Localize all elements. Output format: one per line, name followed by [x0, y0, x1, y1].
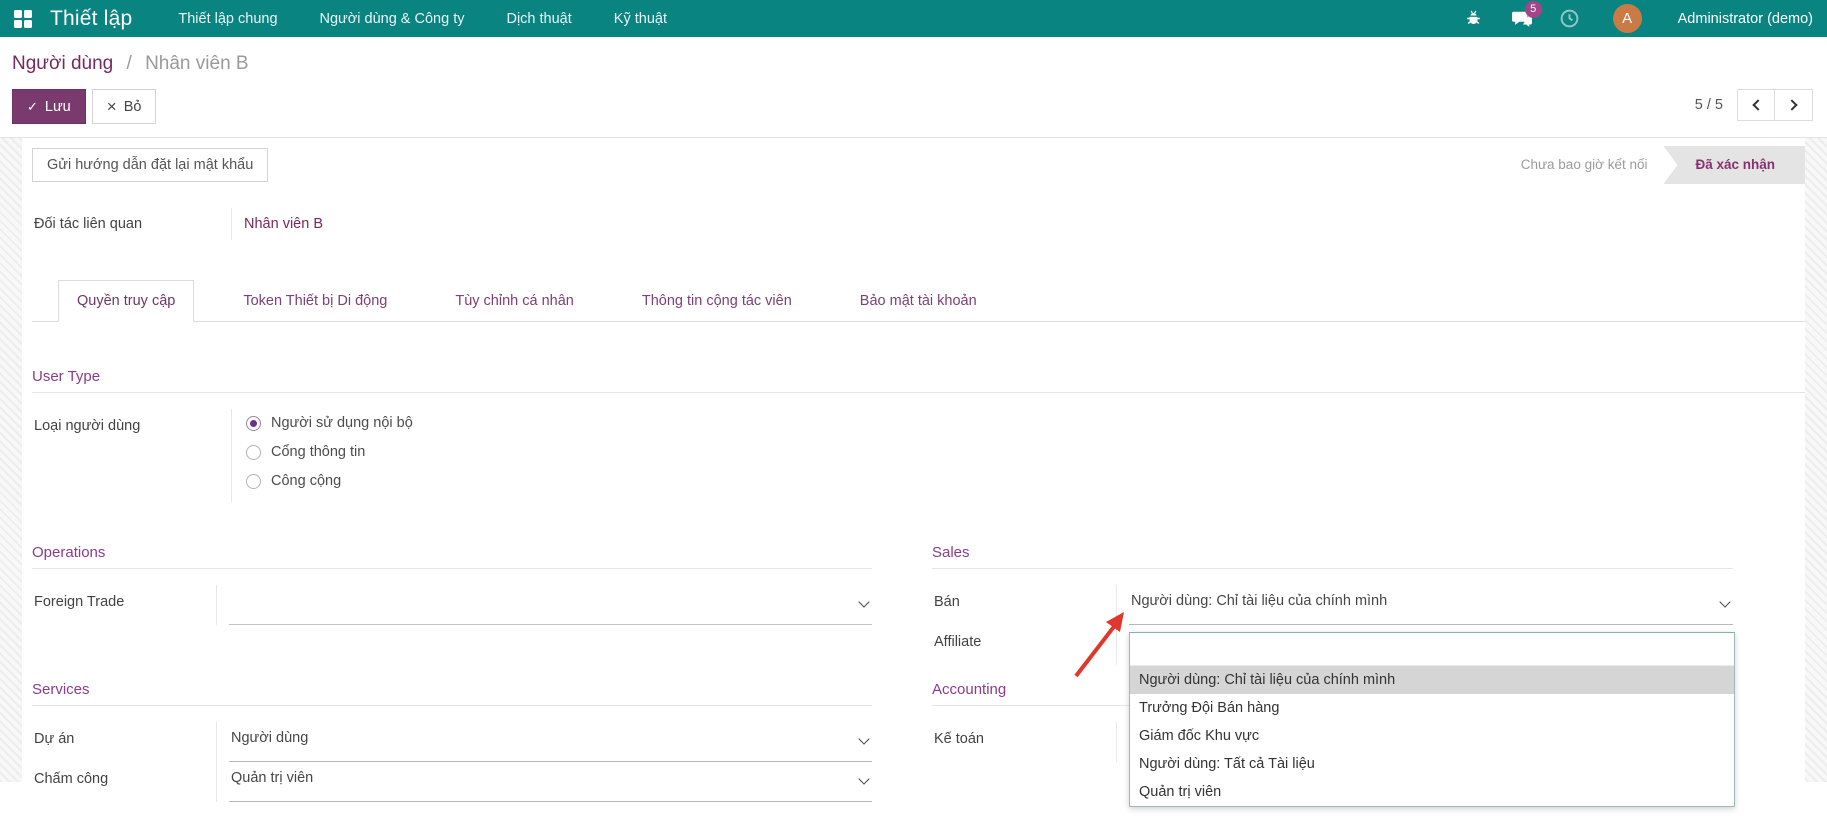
menu-users-companies[interactable]: Người dùng & Công ty [318, 2, 467, 36]
accounting-label: Kế toán [932, 722, 1117, 762]
user-type-field-row: Loại người dùng Người sử dụng nội bộ Cổn… [32, 409, 1805, 502]
user-menu[interactable]: Administrator (demo) [1678, 11, 1813, 27]
top-menu: Thiết lập chung Người dùng & Công ty Dịc… [176, 2, 669, 36]
tab-collaborator-info[interactable]: Thông tin cộng tác viên [623, 280, 811, 321]
tab-preferences[interactable]: Tùy chỉnh cá nhân [436, 280, 593, 321]
timesheet-label: Chấm công [32, 762, 217, 802]
dropdown-option-all-documents[interactable]: Người dùng: Tất cả Tài liệu [1130, 750, 1734, 778]
related-partner-value[interactable]: Nhân viên B [232, 208, 323, 240]
section-divider [932, 568, 1733, 569]
sales-row: Bán Người dùng: Chỉ tài liệu của chính m… [932, 585, 1733, 625]
pager-count: 5 / 5 [1695, 97, 1723, 113]
debug-bug-icon[interactable] [1463, 8, 1485, 30]
tab-access-rights[interactable]: Quyền truy cập [58, 280, 194, 322]
section-operations: Operations [32, 544, 872, 561]
chevron-down-icon [1719, 596, 1730, 607]
radio-icon [246, 474, 261, 489]
radio-public[interactable]: Công cộng [246, 473, 413, 489]
chevron-down-icon [858, 733, 869, 744]
breadcrumb-separator: / [127, 53, 132, 74]
breadcrumb-users-link[interactable]: Người dùng [12, 53, 113, 74]
section-divider [32, 392, 1805, 393]
radio-selected-icon [246, 416, 261, 431]
notebook-tabs: Quyền truy cập Token Thiết bị Di động Tù… [32, 280, 1805, 322]
section-divider [32, 568, 872, 569]
section-services: Services [32, 681, 872, 698]
top-navbar: Thiết lập Thiết lập chung Người dùng & C… [0, 0, 1827, 37]
timesheet-row: Chấm công Quản trị viên [32, 762, 872, 802]
breadcrumb: Người dùng / Nhân viên B [12, 53, 1811, 75]
dropdown-option-administrator[interactable]: Quản trị viên [1130, 778, 1734, 806]
pager: 5 / 5 [1695, 89, 1813, 121]
radio-portal[interactable]: Cổng thông tin [246, 444, 413, 460]
chevron-down-icon [858, 773, 869, 784]
chevron-right-icon [1786, 99, 1797, 110]
dropdown-option-regional-manager[interactable]: Giám đốc Khu vực [1130, 722, 1734, 750]
radio-internal-user[interactable]: Người sử dụng nội bộ [246, 415, 413, 431]
foreign-trade-label: Foreign Trade [32, 585, 217, 625]
right-column: Sales Bán Người dùng: Chỉ tài liệu của c… [932, 544, 1733, 802]
menu-translations[interactable]: Dịch thuật [504, 2, 573, 36]
dropdown-option-own-documents[interactable]: Người dùng: Chỉ tài liệu của chính mình [1130, 666, 1734, 694]
sales-label: Bán [932, 585, 1117, 625]
sales-select-dropdown: Người dùng: Chỉ tài liệu của chính mình … [1129, 632, 1735, 807]
related-partner-row: Đối tác liên quan Nhân viên B [32, 208, 1805, 240]
control-panel: Người dùng / Nhân viên B ✓ Lưu × Bỏ 5 / … [0, 37, 1827, 124]
foreign-trade-select[interactable] [229, 585, 872, 625]
left-column: Operations Foreign Trade Services Dự án [32, 544, 872, 802]
status-step-never-connected[interactable]: Chưa bao giờ kết nối [1505, 146, 1664, 184]
form-sheet: Gửi hướng dẫn đặt lại mật khẩu Chưa bao … [22, 138, 1805, 782]
discard-button[interactable]: × Bỏ [92, 89, 157, 124]
app-title[interactable]: Thiết lập [50, 7, 132, 31]
chevron-left-icon [1752, 99, 1763, 110]
section-divider [32, 705, 872, 706]
tab-mobile-token[interactable]: Token Thiết bị Di động [224, 280, 406, 321]
tab-account-security[interactable]: Bảo mật tài khoản [841, 280, 996, 321]
breadcrumb-current: Nhân viên B [145, 53, 249, 74]
project-label: Dự án [32, 722, 217, 762]
send-password-reset-button[interactable]: Gửi hướng dẫn đặt lại mật khẩu [32, 148, 268, 182]
project-row: Dự án Người dùng [32, 722, 872, 762]
check-icon: ✓ [27, 99, 38, 115]
status-step-confirmed[interactable]: Đã xác nhận [1663, 146, 1805, 184]
pager-previous-button[interactable] [1737, 89, 1775, 121]
affiliate-label: Affiliate [932, 625, 1117, 665]
chevron-down-icon [858, 596, 869, 607]
pager-next-button[interactable] [1775, 89, 1813, 121]
section-sales: Sales [932, 544, 1733, 561]
sales-select[interactable]: Người dùng: Chỉ tài liệu của chính mình [1129, 585, 1733, 625]
user-avatar[interactable]: A [1613, 4, 1642, 33]
user-type-label: Loại người dùng [32, 409, 232, 502]
save-button[interactable]: ✓ Lưu [12, 89, 86, 124]
messages-icon[interactable]: 5 [1511, 8, 1533, 30]
project-select[interactable]: Người dùng [229, 722, 872, 762]
apps-grid-icon[interactable] [14, 10, 32, 28]
cross-icon: × [107, 102, 117, 112]
foreign-trade-row: Foreign Trade [32, 585, 872, 625]
section-user-type: User Type [32, 368, 1805, 385]
related-partner-label: Đối tác liên quan [32, 208, 232, 240]
dropdown-option-team-leader[interactable]: Trưởng Đội Bán hàng [1130, 694, 1734, 722]
statusbar: Chưa bao giờ kết nối Đã xác nhận [1505, 146, 1805, 184]
sheet-background: Gửi hướng dẫn đặt lại mật khẩu Chưa bao … [0, 138, 1827, 782]
menu-general-settings[interactable]: Thiết lập chung [176, 2, 279, 36]
menu-technical[interactable]: Kỹ thuật [612, 2, 669, 36]
dropdown-option-empty[interactable] [1130, 633, 1734, 666]
messages-count-badge: 5 [1525, 1, 1542, 18]
timesheet-select[interactable]: Quản trị viên [229, 762, 872, 802]
activities-clock-icon[interactable] [1559, 8, 1581, 30]
radio-icon [246, 445, 261, 460]
